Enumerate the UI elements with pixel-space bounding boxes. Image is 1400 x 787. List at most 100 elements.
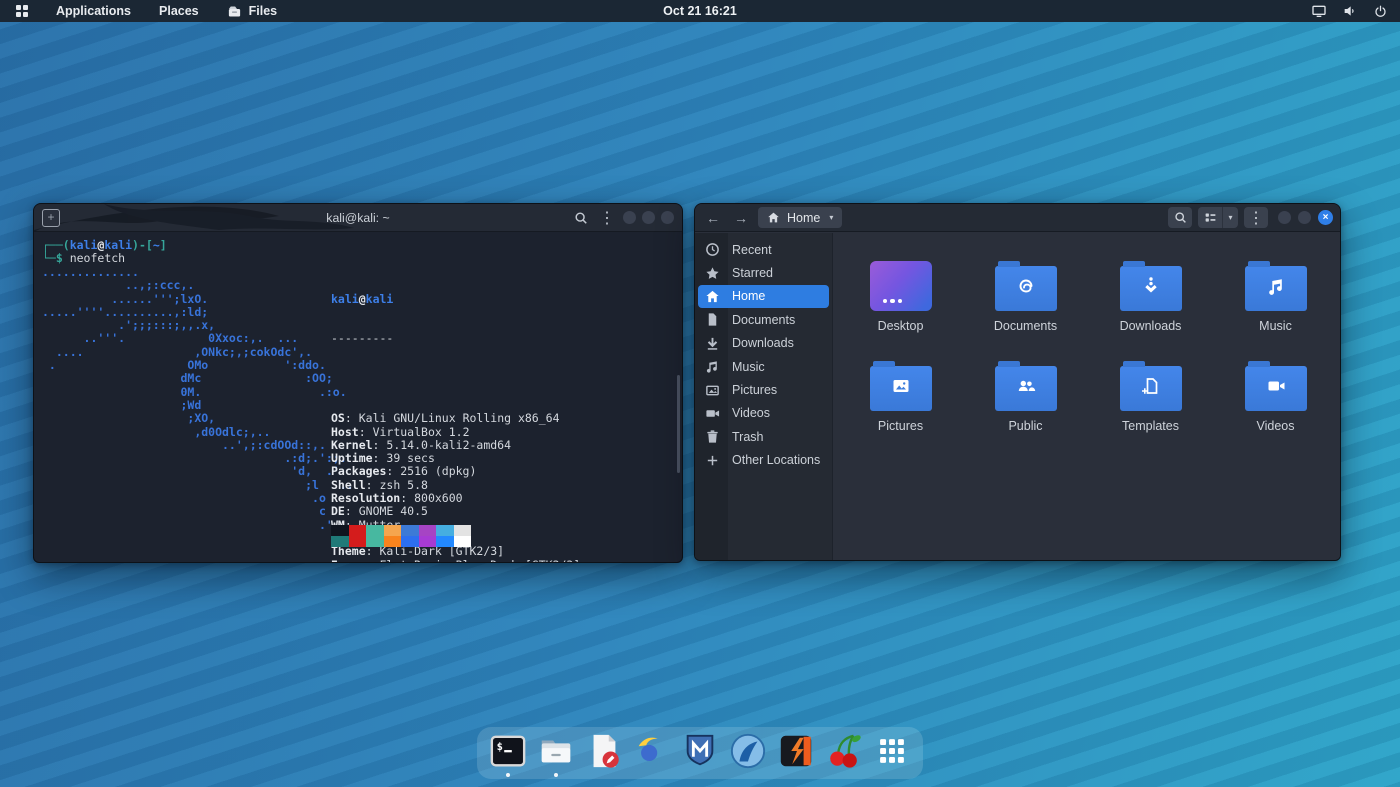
folder-icon	[995, 366, 1057, 411]
folder-label: Music	[1259, 319, 1292, 333]
sidebar-item-label: Documents	[732, 313, 795, 327]
sidebar-item[interactable]: Trash	[698, 425, 829, 448]
info-line: Resolution800x600	[331, 492, 587, 505]
sidebar-item[interactable]: Other Locations	[698, 449, 829, 472]
activities-grid-button[interactable]	[12, 0, 32, 22]
dock-app-icon	[537, 732, 575, 775]
status-area[interactable]	[1311, 3, 1388, 19]
files-headerbar[interactable]: ← → Home ▾ ▾ ⋮ ×	[695, 204, 1340, 232]
sidebar-item-icon	[704, 242, 720, 257]
ansi-color-palette	[331, 525, 471, 547]
sidebar-item[interactable]: Downloads	[698, 332, 829, 355]
terminal-search-button[interactable]	[571, 208, 591, 228]
folder-icon-area	[1245, 355, 1307, 411]
folder-label: Downloads	[1120, 319, 1182, 333]
clock[interactable]: Oct 21 16:21	[663, 4, 737, 18]
view-toggle-button[interactable]	[1198, 207, 1222, 228]
files-content-area[interactable]: Desktop Documents Downloads Music	[832, 233, 1340, 560]
files-taskbar-item[interactable]: Files	[223, 0, 282, 22]
folder-item[interactable]: Desktop	[838, 255, 963, 333]
places-menu[interactable]: Places	[155, 0, 203, 22]
back-button[interactable]: ←	[702, 207, 724, 229]
folder-item[interactable]: Videos	[1213, 355, 1338, 433]
neofetch-underline: ---------	[331, 332, 587, 345]
view-options-chevron[interactable]: ▾	[1222, 207, 1238, 228]
terminal-menu-button[interactable]: ⋮	[597, 208, 617, 228]
sidebar-item[interactable]: Recent	[698, 238, 829, 261]
sidebar-item-icon	[704, 312, 720, 327]
dock: $	[477, 727, 923, 779]
sidebar-item[interactable]: Documents	[698, 308, 829, 331]
shell-prompt: ┌──(kali@kali)-[~]└─$ neofetch	[42, 239, 167, 266]
search-button[interactable]	[1168, 207, 1192, 228]
volume-icon	[1342, 3, 1358, 19]
dock-item[interactable]	[824, 729, 864, 777]
terminal-minimize-button[interactable]	[623, 211, 636, 224]
folder-emblem-icon	[1014, 374, 1038, 403]
folder-icon	[1245, 266, 1307, 311]
folder-item[interactable]: Documents	[963, 255, 1088, 333]
files-window: ← → Home ▾ ▾ ⋮ × Recent Starred	[694, 203, 1341, 561]
folder-item[interactable]: Pictures	[838, 355, 963, 433]
info-line: IconsFlat-Remix-Blue-Dark [GTK2/3]	[331, 559, 587, 563]
sidebar-item-label: Music	[732, 360, 765, 374]
forward-button[interactable]: →	[730, 207, 752, 229]
sidebar-item-icon	[704, 289, 720, 304]
running-indicator	[506, 773, 510, 777]
folder-item[interactable]: Templates	[1088, 355, 1213, 433]
list-view-icon	[1204, 211, 1217, 224]
folder-item[interactable]: Music	[1213, 255, 1338, 333]
files-taskbar-label: Files	[249, 4, 278, 18]
files-maximize-button[interactable]	[1298, 211, 1311, 224]
terminal-output[interactable]: ┌──(kali@kali)-[~]└─$ neofetch .........…	[34, 233, 682, 562]
palette-swatch	[401, 536, 419, 547]
info-line: Packages2516 (dpkg)	[331, 465, 587, 478]
applications-menu[interactable]: Applications	[52, 0, 135, 22]
view-toggle-group: ▾	[1198, 207, 1238, 228]
dock-item[interactable]: $	[488, 729, 528, 777]
folder-item[interactable]: Public	[963, 355, 1088, 433]
sidebar-item[interactable]: Starred	[698, 261, 829, 284]
folder-icon-area	[870, 355, 932, 411]
palette-swatch	[331, 525, 349, 536]
path-chevron-down-icon: ▾	[829, 213, 833, 222]
desktop-wallpaper-icon	[870, 261, 932, 311]
files-app-icon	[227, 4, 242, 19]
sidebar-item-label: Pictures	[732, 383, 777, 397]
sidebar-item-icon	[704, 359, 720, 374]
dock-app-icon	[585, 732, 623, 775]
folder-icon	[995, 266, 1057, 311]
dock-item[interactable]	[680, 729, 720, 777]
sidebar-item[interactable]: Home	[698, 285, 829, 308]
terminal-close-button[interactable]	[661, 211, 674, 224]
folder-icon-area	[1120, 355, 1182, 411]
folder-item[interactable]: Downloads	[1088, 255, 1213, 333]
window-menu-button[interactable]: ⋮	[1244, 207, 1268, 228]
folder-label: Documents	[994, 319, 1057, 333]
folder-icon-area	[1245, 255, 1307, 311]
sidebar-item-icon	[704, 336, 720, 351]
files-close-button[interactable]: ×	[1318, 210, 1333, 225]
folder-label: Desktop	[878, 319, 924, 333]
dock-item[interactable]	[872, 729, 912, 777]
sidebar-item[interactable]: Videos	[698, 402, 829, 425]
info-line: DEGNOME 40.5	[331, 505, 587, 518]
dock-item[interactable]	[536, 729, 576, 777]
palette-swatch	[349, 536, 367, 547]
terminal-scrollbar[interactable]	[677, 375, 680, 473]
files-minimize-button[interactable]	[1278, 211, 1291, 224]
dock-list: $	[488, 729, 912, 777]
palette-swatch	[366, 525, 384, 536]
neofetch-title: kali@kali	[331, 293, 587, 306]
terminal-maximize-button[interactable]	[642, 211, 655, 224]
sidebar-item[interactable]: Music	[698, 355, 829, 378]
dock-item[interactable]	[728, 729, 768, 777]
terminal-titlebar[interactable]: + kali@kali: ~ ⋮	[34, 204, 682, 232]
path-bar-button[interactable]: Home ▾	[758, 207, 842, 228]
dock-app-icon	[777, 732, 815, 775]
dock-item[interactable]	[584, 729, 624, 777]
sidebar-item[interactable]: Pictures	[698, 378, 829, 401]
palette-swatch	[454, 525, 472, 536]
dock-item[interactable]	[632, 729, 672, 777]
dock-item[interactable]	[776, 729, 816, 777]
